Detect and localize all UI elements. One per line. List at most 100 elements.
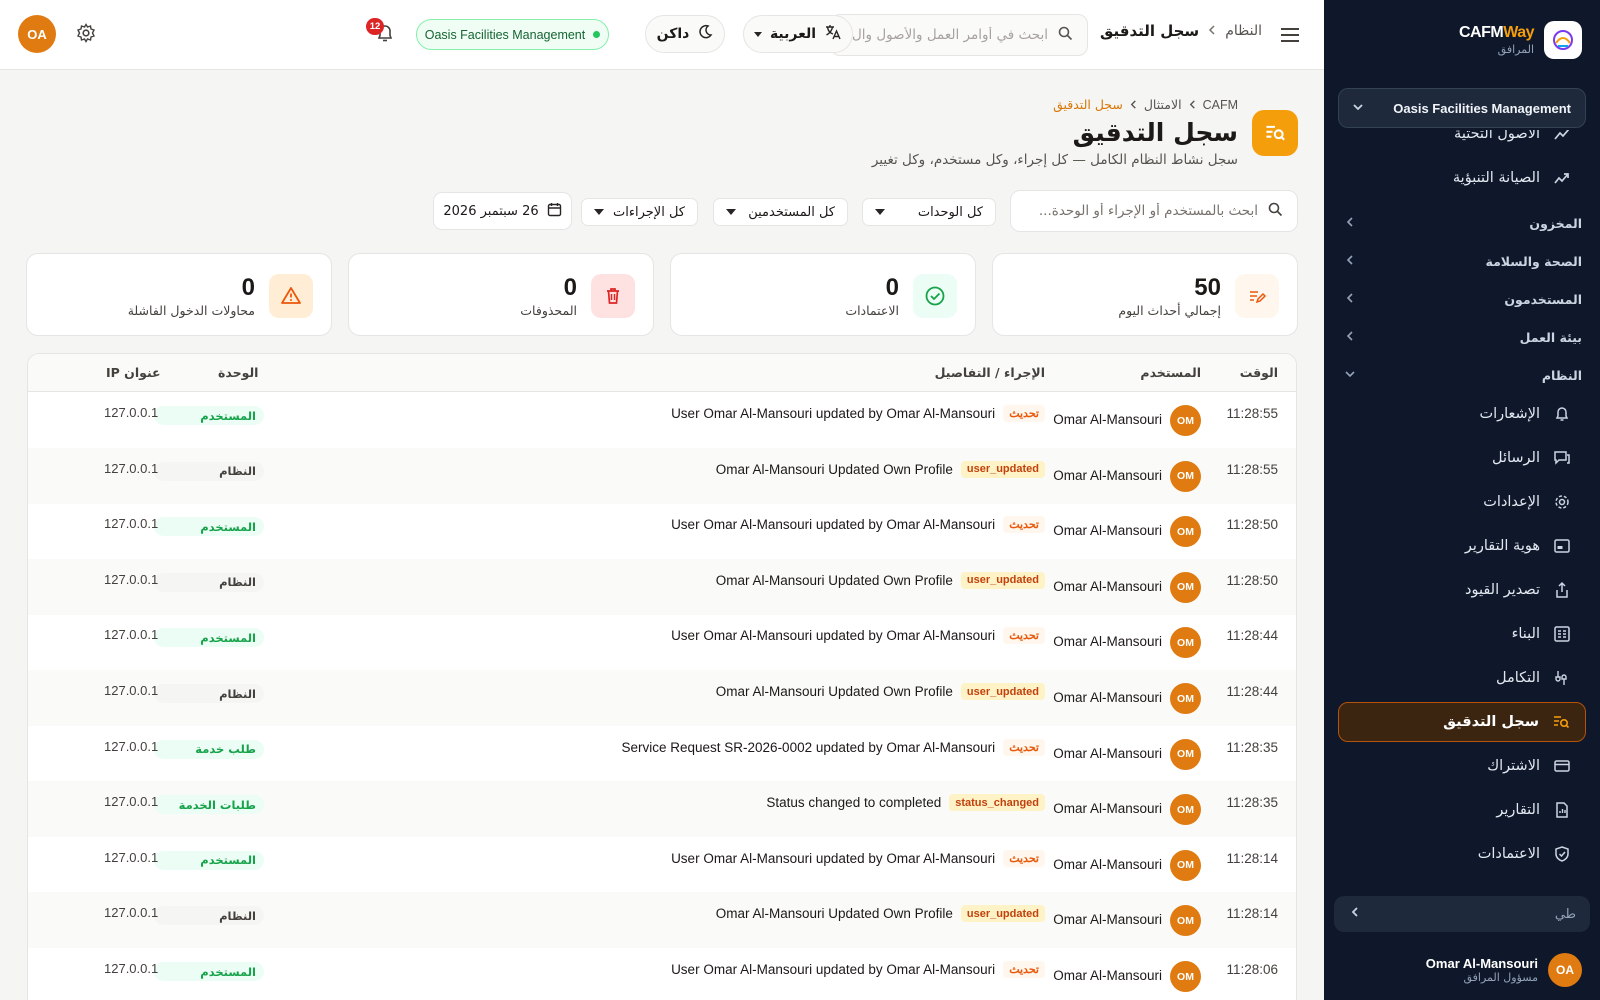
- sidebar-item-export-entries[interactable]: تصدير القيود: [1338, 570, 1586, 610]
- breadcrumb-parent[interactable]: النظام: [1225, 23, 1262, 39]
- row-user[interactable]: Omar Al-Mansouri: [1053, 857, 1162, 872]
- sidebar-item-reports[interactable]: التقارير: [1338, 790, 1586, 830]
- col-header-ip[interactable]: عنوان IP: [106, 365, 161, 380]
- row-action: تحديث Service Request SR-2026-0002 update…: [621, 738, 1045, 756]
- table-row[interactable]: 11:28:35 OM Omar Al-Mansouri status_changed…: [28, 781, 1296, 838]
- table-row[interactable]: 11:28:55 OM Omar Al-Mansouri تحديث User Omar…: [28, 392, 1296, 448]
- date-filter-label: 26 سبتمبر 2026: [443, 203, 539, 219]
- users-filter[interactable]: كل المستخدمين: [713, 198, 848, 226]
- row-time: 11:28:14: [1226, 850, 1278, 866]
- action-tag: status_changed: [949, 794, 1045, 812]
- table-row[interactable]: 11:28:50 OM Omar Al-Mansouri user_updated Om…: [28, 558, 1296, 615]
- table-row[interactable]: 11:28:06 OM Omar Al-Mansouri تحديث User Omar…: [28, 948, 1296, 1000]
- sidebar-item-notifications[interactable]: الإشعارات: [1338, 394, 1586, 434]
- language-selector[interactable]: العربية: [743, 15, 853, 53]
- row-ip: 127.0.0.1: [104, 849, 159, 865]
- table-row[interactable]: 11:28:44 OM Omar Al-Mansouri تحديث User Omar…: [28, 614, 1296, 670]
- sidebar-item-predictive-maintenance[interactable]: الصيانة التنبؤية: [1338, 158, 1586, 198]
- row-user[interactable]: Omar Al-Mansouri: [1053, 690, 1162, 705]
- breadcrumb: النظام سجل التدقيق: [1100, 22, 1262, 40]
- menu-icon[interactable]: [1278, 23, 1302, 47]
- chevron-down-icon: [1344, 368, 1356, 383]
- col-header-time[interactable]: الوقت: [1240, 365, 1278, 380]
- org-selector-label: Oasis Facilities Management: [1393, 100, 1571, 116]
- units-filter[interactable]: كل الوحدات: [862, 198, 996, 226]
- sidebar-item-settings[interactable]: الإعدادات: [1338, 482, 1586, 522]
- table-row[interactable]: 11:28:14 OM Omar Al-Mansouri تحديث User Omar…: [28, 837, 1296, 893]
- table-row[interactable]: 11:28:55 OM Omar Al-Mansouri user_updated Om…: [28, 447, 1296, 504]
- user-role: مسؤول المرافق: [1463, 971, 1538, 984]
- sidebar-item-messages[interactable]: الرسائل: [1338, 438, 1586, 478]
- audit-log-table: الوقت المستخدم الإجراء / التفاصيل الوحدة…: [27, 353, 1297, 1000]
- sidebar-item-approvals[interactable]: الاعتمادات: [1338, 834, 1586, 874]
- breadcrumb-item[interactable]: الامتثال: [1144, 97, 1182, 112]
- edit-note-icon: [1235, 274, 1279, 318]
- action-detail: Status changed to completed: [766, 795, 942, 811]
- sidebar-item-subscription[interactable]: الاشتراك: [1338, 746, 1586, 786]
- notifications-button[interactable]: 12: [366, 18, 398, 48]
- stat-label: إجمالي أحداث اليوم: [1118, 303, 1221, 318]
- audit-log-icon: [1551, 712, 1571, 732]
- sidebar-item-audit-log[interactable]: سجل التدقيق: [1338, 702, 1586, 742]
- table-row[interactable]: 11:28:44 OM Omar Al-Mansouri user_updated Om…: [28, 670, 1296, 726]
- row-user[interactable]: Omar Al-Mansouri: [1053, 801, 1162, 816]
- avatar: OM: [1170, 460, 1201, 492]
- org-selector[interactable]: Oasis Facilities Management: [1338, 88, 1586, 128]
- plug-icon: [1552, 668, 1572, 688]
- row-action: user_updated Omar Al-Mansouri Updated Own…: [716, 460, 1045, 478]
- sidebar-section-system[interactable]: النظام: [1338, 360, 1586, 390]
- sidebar-section-workspace[interactable]: بيئة العمل: [1338, 322, 1586, 352]
- table-row[interactable]: 11:28:50 OM Omar Al-Mansouri تحديث User Omar…: [28, 503, 1296, 559]
- chart-line-icon: [1552, 130, 1572, 144]
- page-subtitle: سجل نشاط النظام الكامل — كل إجراء، وكل م…: [871, 152, 1238, 168]
- global-search-input[interactable]: [845, 27, 1048, 43]
- settings-button[interactable]: [73, 22, 99, 48]
- avatar: OM: [1170, 961, 1201, 992]
- global-search[interactable]: [830, 14, 1088, 56]
- unit-badge: طلبات الخدمة: [154, 795, 264, 815]
- row-user[interactable]: Omar Al-Mansouri: [1053, 523, 1162, 538]
- row-time: 11:28:06: [1226, 962, 1278, 977]
- audit-search[interactable]: [1010, 190, 1298, 232]
- actions-filter[interactable]: كل الإجراءات: [581, 198, 698, 226]
- table-row[interactable]: 11:28:14 OM Omar Al-Mansouri user_updated Om…: [28, 892, 1296, 949]
- sidebar-item-report-identity[interactable]: هوية التقارير: [1338, 526, 1586, 566]
- sidebar-user[interactable]: OA Omar Al-Mansouri مسؤول المرافق: [1334, 948, 1590, 992]
- row-user[interactable]: Omar Al-Mansouri: [1053, 412, 1162, 427]
- sidebar-section-inventory[interactable]: المخزون: [1338, 208, 1586, 238]
- row-ip: 127.0.0.1: [104, 405, 159, 420]
- row-action: user_updated Omar Al-Mansouri Updated Own…: [716, 683, 1045, 700]
- theme-toggle[interactable]: داكن: [645, 15, 725, 53]
- audit-search-input[interactable]: [1025, 203, 1258, 219]
- avatar[interactable]: OA: [18, 15, 56, 53]
- sidebar-section-hse[interactable]: الصحة والسلامة: [1338, 246, 1586, 276]
- row-time: 11:28:44: [1226, 628, 1278, 644]
- section-label: المخزون: [1529, 215, 1582, 231]
- row-user[interactable]: Omar Al-Mansouri: [1053, 579, 1162, 594]
- col-header-unit[interactable]: الوحدة: [218, 365, 258, 380]
- sidebar-brand[interactable]: CAFMWay المرافق: [1342, 18, 1582, 62]
- action-tag: تحديث: [1003, 516, 1045, 534]
- sidebar-collapse-button[interactable]: طي: [1334, 896, 1590, 932]
- org-status-badge[interactable]: Oasis Facilities Management: [416, 19, 609, 50]
- row-time: 11:28:55: [1226, 406, 1278, 421]
- units-filter-label: كل الوحدات: [917, 204, 983, 220]
- row-user[interactable]: Omar Al-Mansouri: [1053, 468, 1162, 483]
- table-header: الوقت المستخدم الإجراء / التفاصيل الوحدة…: [28, 354, 1296, 392]
- sidebar-item-build[interactable]: البناء: [1338, 614, 1586, 654]
- breadcrumb-item[interactable]: CAFM: [1203, 98, 1238, 112]
- row-user[interactable]: Omar Al-Mansouri: [1053, 912, 1162, 927]
- col-header-action[interactable]: الإجراء / التفاصيل: [935, 365, 1045, 380]
- gear-icon: [76, 23, 96, 47]
- date-filter[interactable]: 26 سبتمبر 2026: [433, 192, 572, 230]
- col-header-user[interactable]: المستخدم: [1140, 365, 1201, 380]
- stat-card-total-events: 50 إجمالي أحداث اليوم: [992, 253, 1298, 336]
- row-user[interactable]: Omar Al-Mansouri: [1053, 634, 1162, 649]
- sidebar-item-integration[interactable]: التكامل: [1338, 658, 1586, 698]
- row-user[interactable]: Omar Al-Mansouri: [1053, 746, 1162, 761]
- table-row[interactable]: 11:28:35 OM Omar Al-Mansouri تحديث Service R…: [28, 726, 1296, 782]
- sidebar-item-infrastructure-assets[interactable]: الأصول التحتية: [1338, 130, 1586, 154]
- row-user[interactable]: Omar Al-Mansouri: [1053, 968, 1162, 983]
- sidebar-nav: الأصول التحتية الصيانة التنبؤية المخزون …: [1324, 130, 1600, 880]
- sidebar-section-users[interactable]: المستخدمون: [1338, 284, 1586, 314]
